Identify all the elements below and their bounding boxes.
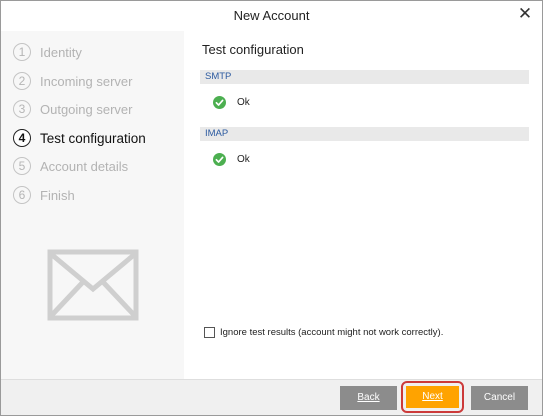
step-number: 2 xyxy=(13,72,31,90)
title-bar: New Account ✕ xyxy=(1,1,542,31)
cancel-button[interactable]: Cancel xyxy=(471,386,528,410)
step-number: 3 xyxy=(13,100,31,118)
check-circle-icon xyxy=(213,152,226,166)
wizard-steps-sidebar: 1 Identity 2 Incoming server 3 Outgoing … xyxy=(1,31,184,379)
step-label: Incoming server xyxy=(40,73,133,89)
step-number: 5 xyxy=(13,157,31,175)
check-circle-icon xyxy=(213,95,226,109)
imap-status-row: Ok xyxy=(213,152,250,166)
dialog-title: New Account xyxy=(233,8,310,23)
envelope-icon xyxy=(47,249,139,321)
back-button[interactable]: Back xyxy=(340,386,397,410)
step-identity: 1 Identity xyxy=(13,41,82,63)
close-icon[interactable]: ✕ xyxy=(516,5,534,23)
imap-group-header: IMAP xyxy=(200,127,529,141)
back-button-label: Back xyxy=(357,392,380,403)
step-label: Test configuration xyxy=(40,130,146,146)
smtp-group-header: SMTP xyxy=(200,70,529,84)
section-title: Test configuration xyxy=(202,42,304,57)
step-label: Finish xyxy=(40,187,75,203)
dialog-footer: Back Next Cancel xyxy=(1,379,542,415)
step-account-details: 5 Account details xyxy=(13,155,128,177)
main-panel: Test configuration SMTP Ok IMAP Ok Ignor… xyxy=(184,31,542,379)
new-account-dialog: New Account ✕ 1 Identity 2 Incoming serv… xyxy=(0,0,543,416)
imap-status-label: Ok xyxy=(237,153,250,165)
step-number: 4 xyxy=(13,129,31,147)
step-number: 1 xyxy=(13,43,31,61)
step-test-configuration: 4 Test configuration xyxy=(13,127,146,149)
ignore-test-results-row[interactable]: Ignore test results (account might not w… xyxy=(204,327,443,338)
smtp-status-label: Ok xyxy=(237,96,250,108)
step-label: Outgoing server xyxy=(40,101,133,117)
step-incoming-server: 2 Incoming server xyxy=(13,70,132,92)
step-finish: 6 Finish xyxy=(13,184,75,206)
step-number: 6 xyxy=(13,186,31,204)
step-outgoing-server: 3 Outgoing server xyxy=(13,98,133,120)
next-button-label: Next xyxy=(422,391,443,402)
smtp-status-row: Ok xyxy=(213,95,250,109)
step-label: Account details xyxy=(40,158,129,174)
next-button-highlight: Next xyxy=(401,381,464,413)
next-button[interactable]: Next xyxy=(406,386,459,408)
ignore-test-results-label[interactable]: Ignore test results (account might not w… xyxy=(220,327,443,338)
ignore-test-results-checkbox[interactable] xyxy=(204,327,215,338)
step-label: Identity xyxy=(40,44,82,60)
